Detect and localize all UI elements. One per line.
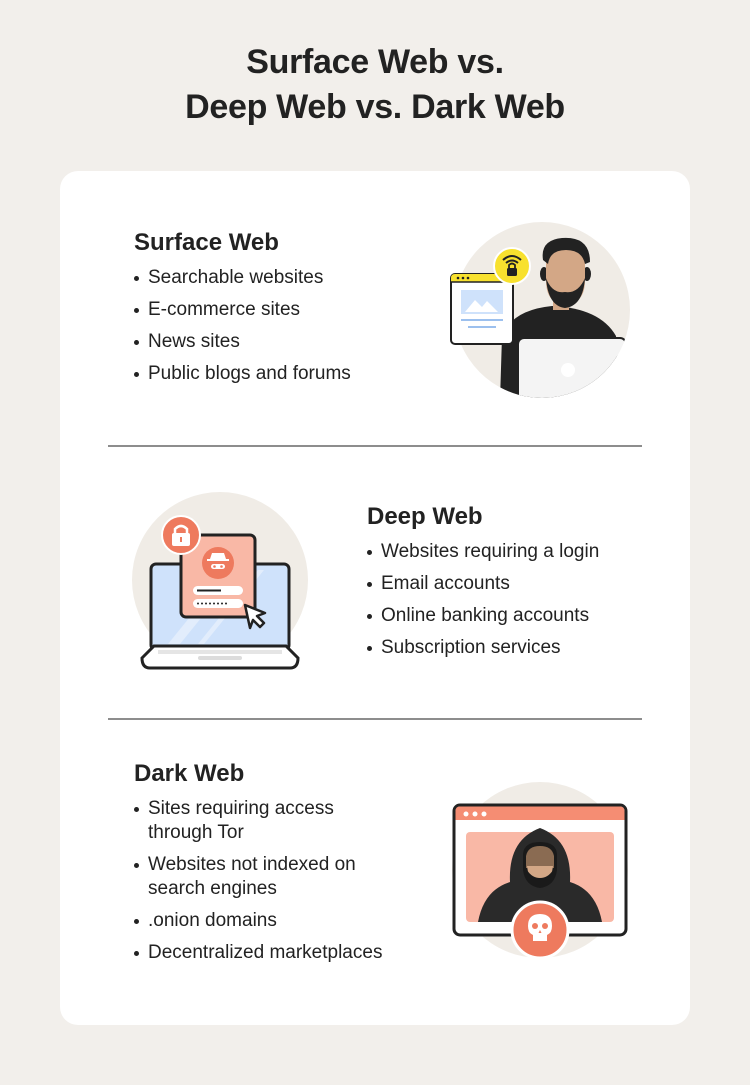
list-item: Sites requiring access through Tor [134, 797, 378, 845]
list-item: Websites not indexed on search engines [134, 853, 398, 901]
hooded-hacker-with-skull-icon [452, 782, 628, 960]
section-deep-web: Deep Web Websites requiring a login Emai… [367, 502, 599, 668]
list-item: .onion domains [134, 909, 424, 933]
laptop-with-login-form-icon [132, 492, 308, 670]
section-dark-web: Dark Web Sites requiring access through … [134, 759, 424, 973]
bullet-list: Websites requiring a login Email account… [367, 540, 599, 660]
section-heading: Deep Web [367, 503, 483, 530]
list-item: Decentralized marketplaces [134, 941, 424, 965]
page-title: Surface Web vs. Deep Web vs. Dark Web [0, 40, 750, 130]
list-item: Online banking accounts [367, 604, 599, 628]
list-item: Email accounts [367, 572, 599, 596]
section-divider [108, 445, 642, 447]
section-heading: Dark Web [134, 760, 245, 787]
list-item: E-commerce sites [134, 298, 351, 322]
person-with-laptop-and-secure-wifi-icon [450, 222, 630, 398]
title-line-1: Surface Web vs. [246, 43, 504, 81]
bullet-list: Searchable websites E-commerce sites New… [134, 266, 351, 386]
bullet-list: Sites requiring access through Tor Websi… [134, 797, 424, 965]
list-item: News sites [134, 330, 351, 354]
list-item: Subscription services [367, 636, 599, 660]
section-heading: Surface Web [134, 229, 279, 256]
title-line-2: Deep Web vs. Dark Web [185, 88, 565, 126]
section-surface-web: Surface Web Searchable websites E-commer… [134, 228, 351, 394]
list-item: Public blogs and forums [134, 362, 351, 386]
list-item: Websites requiring a login [367, 540, 599, 564]
list-item: Searchable websites [134, 266, 351, 290]
section-divider [108, 718, 642, 720]
